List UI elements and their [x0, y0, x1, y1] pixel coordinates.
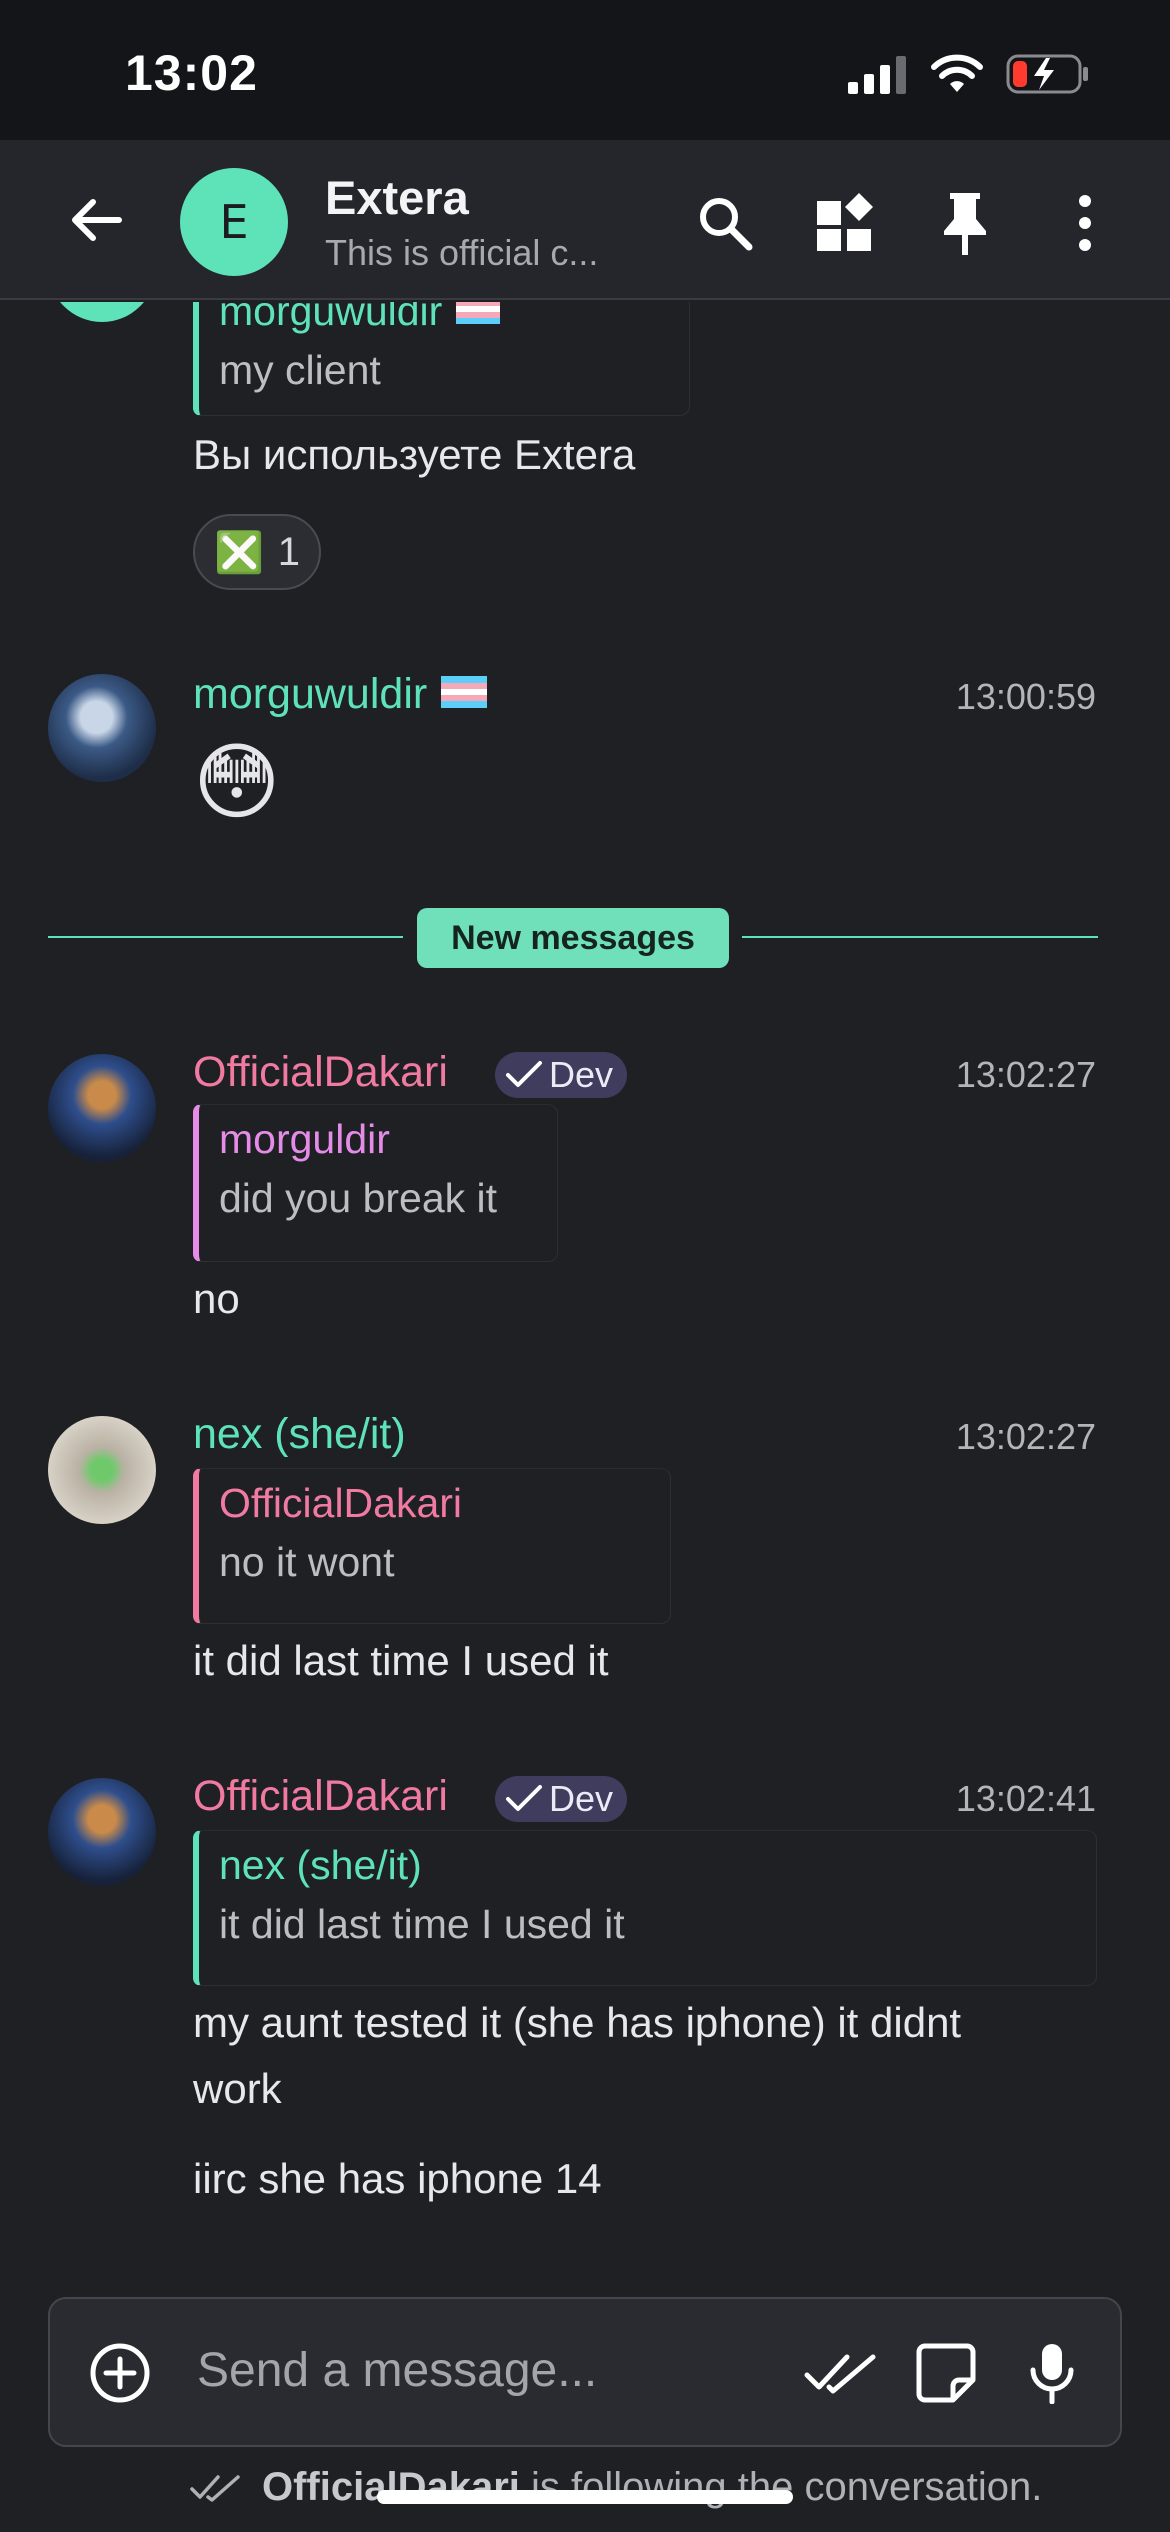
- message-text: my aunt tested it (she has iphone) it di…: [193, 1990, 961, 2122]
- new-messages-label: New messages: [417, 908, 729, 968]
- message-timestamp: 13:02:27: [955, 1416, 1096, 1457]
- arrow-left-icon: [72, 199, 122, 241]
- reply-author: morguldir: [219, 1116, 390, 1162]
- voice-message-button[interactable]: [1016, 2337, 1088, 2409]
- reply-quote[interactable]: OfficialDakari no it wont: [193, 1468, 671, 1624]
- badge-label: Dev: [549, 1778, 614, 1819]
- dev-badge: Dev: [495, 1776, 628, 1822]
- avatar[interactable]: [48, 1416, 156, 1524]
- avatar[interactable]: [48, 302, 156, 322]
- chat-title[interactable]: Extera: [325, 170, 469, 225]
- avatar[interactable]: [48, 1778, 156, 1886]
- message-text: it did last time I used it: [193, 1637, 609, 1684]
- reply-quote[interactable]: morguldir did you break it: [193, 1104, 558, 1262]
- widgets-button[interactable]: [810, 188, 880, 258]
- status-time: 13:02: [125, 45, 258, 101]
- badge-label: Dev: [549, 1054, 614, 1095]
- message-timestamp: 13:02:27: [955, 1054, 1096, 1095]
- double-check-icon: [804, 2354, 876, 2394]
- chat-subtitle[interactable]: This is official c...: [325, 232, 598, 274]
- check-icon: [506, 1785, 542, 1811]
- pinned-button[interactable]: [930, 188, 1000, 258]
- new-messages-line-left: [48, 936, 403, 938]
- message-timestamp: 13:02:41: [955, 1778, 1096, 1819]
- reply-author: nex (she/it): [219, 1842, 422, 1888]
- more-options-button[interactable]: [1050, 188, 1120, 258]
- dev-badge: Dev: [495, 1052, 628, 1098]
- trans-flag-icon: [441, 676, 488, 713]
- message-line: work: [193, 2065, 282, 2112]
- microphone-icon: [1030, 2344, 1074, 2404]
- reply-author: morguwuldir: [219, 302, 443, 334]
- message-composer: Send a message...: [48, 2297, 1122, 2447]
- back-button[interactable]: [60, 190, 130, 250]
- message-author[interactable]: OfficialDakari: [193, 1772, 448, 1821]
- check-icon: [506, 1061, 542, 1087]
- read-receipts-button[interactable]: [800, 2337, 880, 2409]
- signal-icon: [848, 54, 908, 99]
- reply-text: it did last time I used it: [219, 1901, 625, 1947]
- flushed-emoji: 😳: [193, 735, 281, 829]
- reaction-count: 1: [277, 529, 301, 574]
- message-text: no: [193, 1275, 240, 1322]
- message-input[interactable]: Send a message...: [197, 2343, 597, 2398]
- home-indicator[interactable]: [377, 2490, 793, 2504]
- message-timestamp: 13:00:59: [955, 676, 1096, 717]
- trans-flag-icon: [456, 302, 501, 329]
- status-icons: [848, 52, 1090, 100]
- message-line: my aunt tested it (she has iphone) it di…: [193, 1999, 962, 2046]
- message-author[interactable]: nex (she/it): [193, 1410, 406, 1459]
- search-icon: [700, 198, 753, 251]
- chat-header: E Extera This is official c...: [0, 140, 1170, 300]
- new-messages-line-right: [742, 936, 1098, 938]
- avatar[interactable]: [48, 1054, 156, 1162]
- reply-quote[interactable]: nex (she/it) it did last time I used it: [193, 1830, 1097, 1986]
- sticker-button[interactable]: [910, 2337, 982, 2409]
- search-button[interactable]: [690, 188, 760, 258]
- cross-mark-emoji: ❎: [213, 530, 264, 575]
- reply-text: no it wont: [219, 1539, 395, 1585]
- message-author[interactable]: OfficialDakari: [193, 1048, 448, 1097]
- battery-icon: [1006, 52, 1090, 101]
- widgets-icon: [817, 193, 873, 251]
- reply-quote[interactable]: morguwuldir my client: [193, 302, 690, 416]
- avatar[interactable]: [48, 674, 156, 782]
- chat-avatar[interactable]: E: [180, 168, 288, 276]
- reaction-chip[interactable]: ❎ 1: [193, 514, 321, 590]
- status-bar: 13:02: [0, 0, 1170, 140]
- reply-author: OfficialDakari: [219, 1480, 463, 1526]
- double-check-icon: [190, 2474, 240, 2502]
- pin-icon: [944, 193, 986, 255]
- attach-button[interactable]: [84, 2337, 156, 2409]
- message-list[interactable]: morguwuldir my client Вы используете Ext…: [0, 302, 1170, 2292]
- reply-text: did you break it: [219, 1175, 498, 1221]
- wifi-icon: [930, 54, 984, 99]
- message-text: iirc she has iphone 14: [193, 2155, 602, 2202]
- plus-circle-icon: [90, 2343, 150, 2403]
- sticker-icon: [916, 2343, 976, 2403]
- more-vertical-icon: [1079, 195, 1091, 251]
- message-text: Вы используете Extera: [193, 431, 636, 478]
- message-author[interactable]: morguwuldir: [193, 670, 427, 719]
- reply-text: my client: [219, 347, 381, 393]
